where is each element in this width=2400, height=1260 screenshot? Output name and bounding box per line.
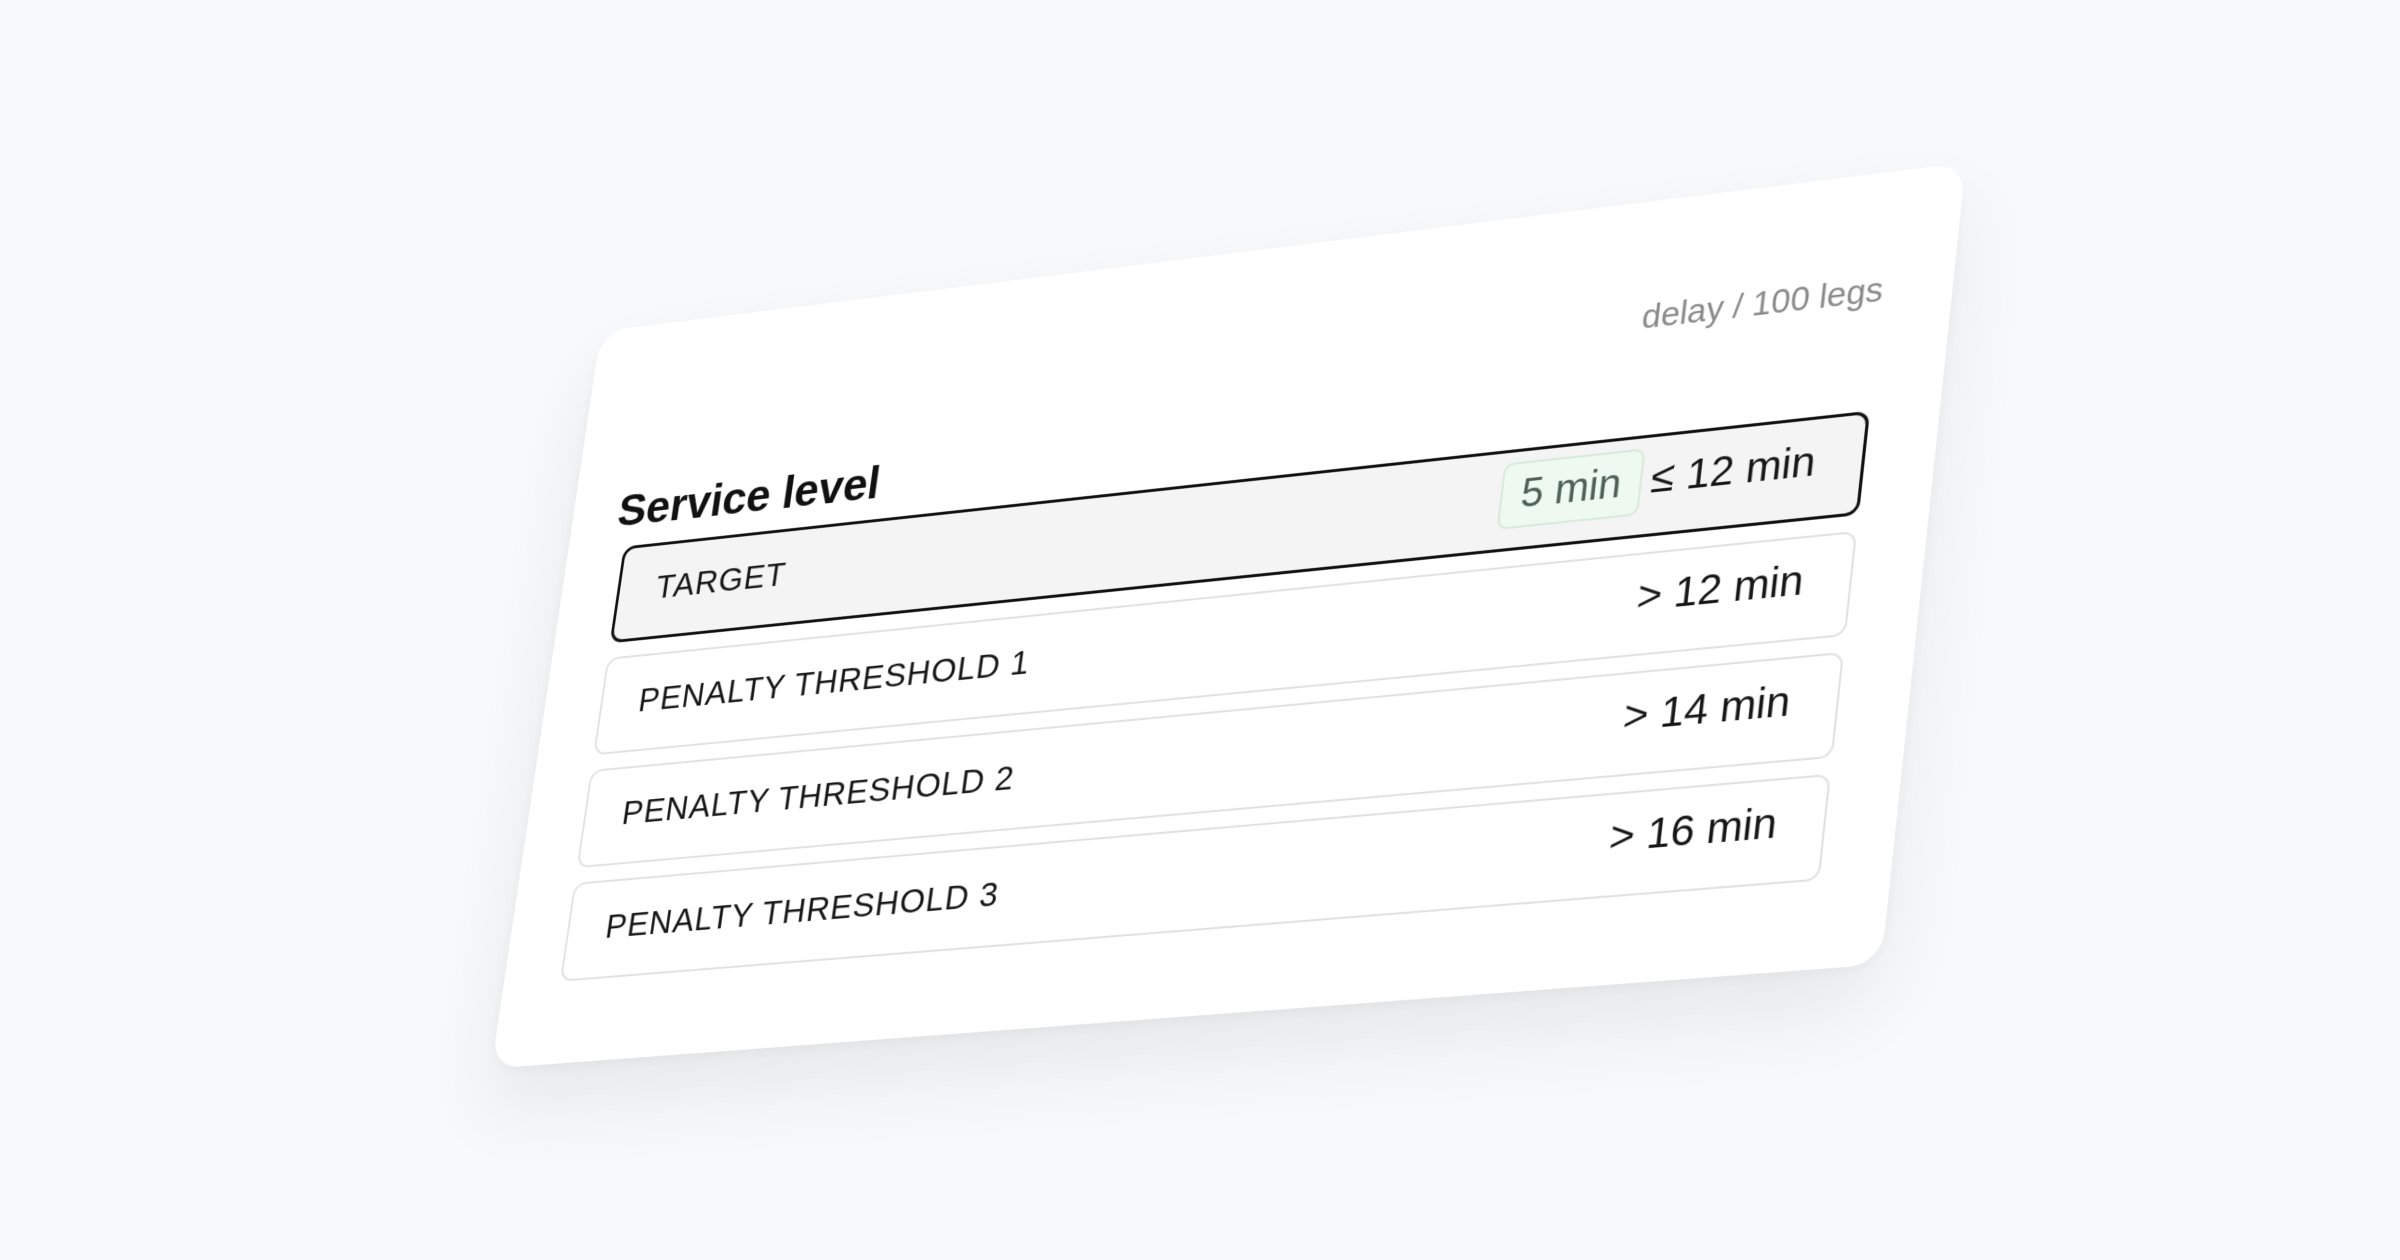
service-level-card: delay / 100 legs Service level TARGET 5 … [491,162,1966,1069]
current-value-badge: 5 min [1496,448,1646,530]
stage: delay / 100 legs Service level TARGET 5 … [0,0,2400,1260]
tier-label: TARGET [653,555,789,607]
tier-value: ≤ 12 min [1648,436,1819,502]
tier-value: > 16 min [1607,798,1780,861]
tier-value: > 14 min [1621,676,1793,741]
tier-label: PENALTY THRESHOLD 1 [636,643,1033,720]
tier-label: PENALTY THRESHOLD 3 [603,874,1002,946]
tier-value: > 12 min [1634,555,1807,621]
unit-label: delay / 100 legs [1640,269,1886,336]
tier-label: PENALTY THRESHOLD 2 [619,758,1017,833]
